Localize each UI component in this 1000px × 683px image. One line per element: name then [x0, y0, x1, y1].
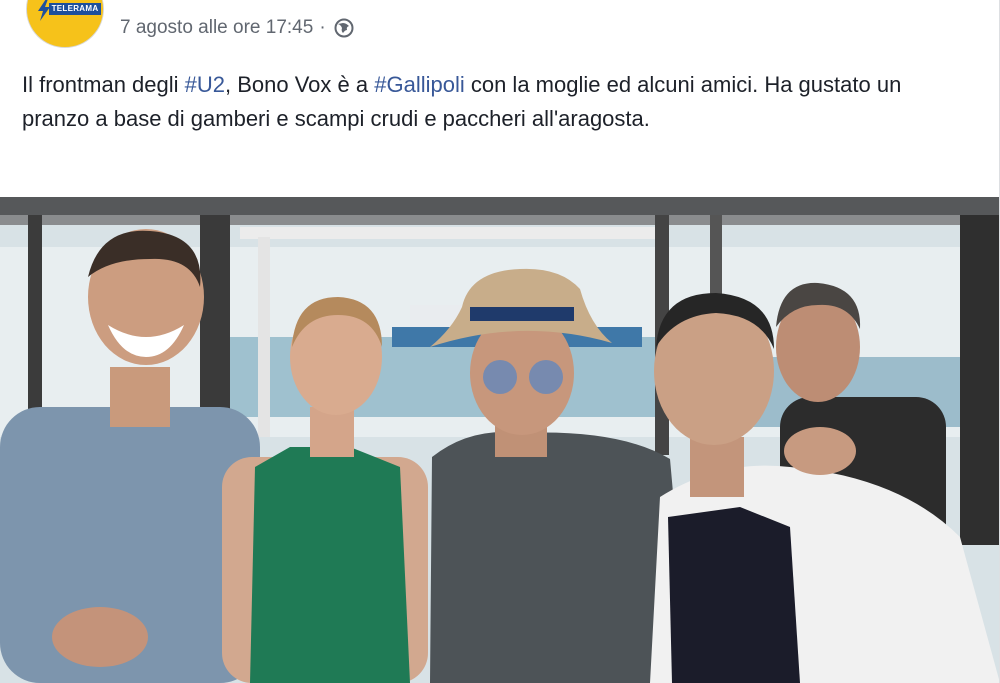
- page-logo-text: TELERAMA: [49, 3, 101, 15]
- group-photo-illustration: [0, 197, 999, 683]
- hashtag-u2[interactable]: #U2: [185, 72, 225, 97]
- post-text: Il frontman degli #U2, Bono Vox è a #Gal…: [22, 68, 972, 136]
- post-text-part-1: Il frontman degli: [22, 72, 185, 97]
- post-photo[interactable]: [0, 197, 999, 683]
- post-text-part-2: , Bono Vox è a: [225, 72, 375, 97]
- page-avatar[interactable]: TELERAMA: [26, 0, 104, 48]
- hashtag-gallipoli[interactable]: #Gallipoli: [374, 72, 465, 97]
- post-timestamp[interactable]: 7 agosto alle ore 17:45: [120, 17, 313, 39]
- globe-icon[interactable]: [334, 18, 354, 38]
- post-meta: 7 agosto alle ore 17:45 ·: [120, 16, 354, 40]
- meta-separator: ·: [319, 17, 326, 38]
- facebook-post: TELERAMA 7 agosto alle ore 17:45 · Il fr…: [0, 0, 1000, 683]
